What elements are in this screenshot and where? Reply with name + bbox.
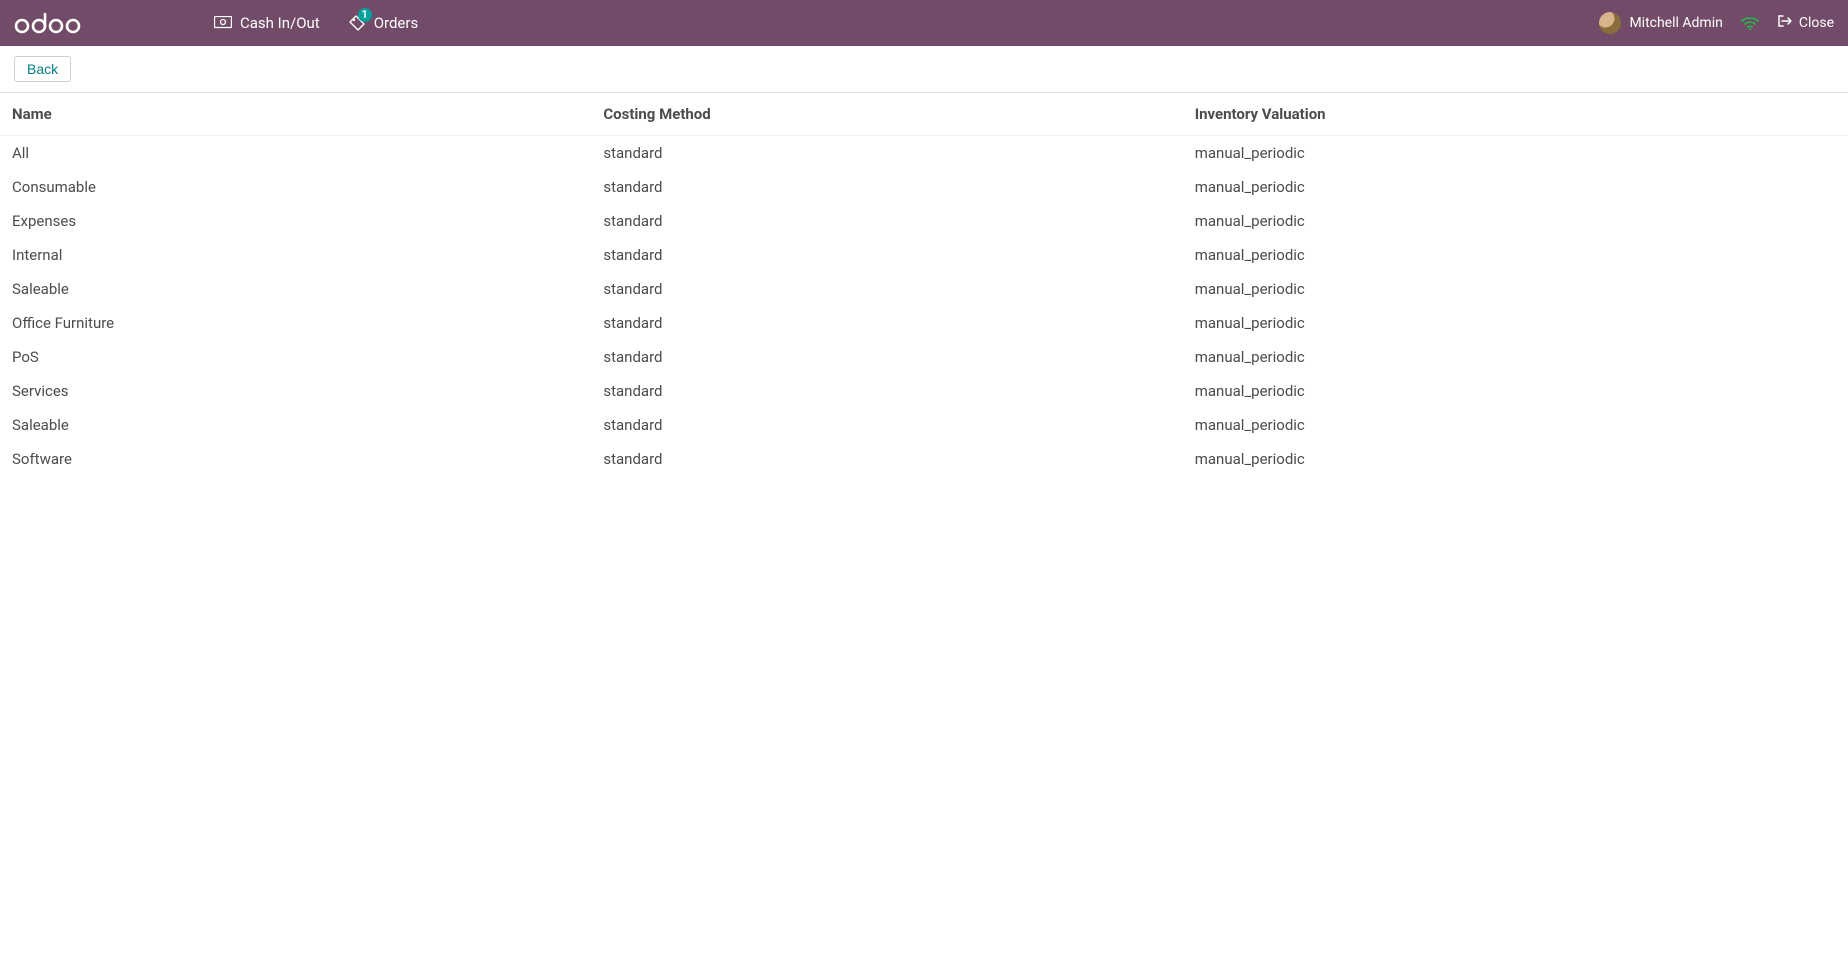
col-name[interactable]: Name [0,93,591,136]
sign-out-icon [1777,14,1793,32]
avatar [1599,12,1621,34]
table-row[interactable]: Expensesstandardmanual_periodic [0,204,1848,238]
back-button[interactable]: Back [14,56,71,82]
cell-costing: standard [591,408,1182,442]
col-costing[interactable]: Costing Method [591,93,1182,136]
cell-costing: standard [591,442,1182,476]
cell-name: Office Furniture [0,306,591,340]
table-row[interactable]: Saleablestandardmanual_periodic [0,408,1848,442]
orders-label: Orders [374,14,419,32]
cash-icon [214,16,232,30]
subbar: Back [0,46,1848,93]
cell-costing: standard [591,306,1182,340]
cell-valuation: manual_periodic [1183,340,1848,374]
cell-valuation: manual_periodic [1183,442,1848,476]
topbar: Cash In/Out 1 Orders Mitchell Admin Clos… [0,0,1848,46]
table-row[interactable]: Office Furniturestandardmanual_periodic [0,306,1848,340]
cash-label: Cash In/Out [240,14,320,32]
tag-icon: 1 [348,14,366,32]
cell-valuation: manual_periodic [1183,374,1848,408]
close-label: Close [1799,15,1834,31]
table-row[interactable]: Servicesstandardmanual_periodic [0,374,1848,408]
user-name: Mitchell Admin [1629,15,1722,31]
table-header-row: Name Costing Method Inventory Valuation [0,93,1848,136]
cell-costing: standard [591,340,1182,374]
nav-left: Cash In/Out 1 Orders [214,14,418,32]
cell-valuation: manual_periodic [1183,204,1848,238]
cell-costing: standard [591,374,1182,408]
cell-name: All [0,136,591,171]
cell-costing: standard [591,204,1182,238]
cell-name: PoS [0,340,591,374]
app-logo[interactable] [14,11,84,35]
cell-valuation: manual_periodic [1183,136,1848,171]
cell-valuation: manual_periodic [1183,306,1848,340]
table-row[interactable]: Internalstandardmanual_periodic [0,238,1848,272]
table-row[interactable]: Softwarestandardmanual_periodic [0,442,1848,476]
col-valuation[interactable]: Inventory Valuation [1183,93,1848,136]
close-button[interactable]: Close [1777,14,1834,32]
orders-button[interactable]: 1 Orders [348,14,419,32]
cell-name: Expenses [0,204,591,238]
cell-costing: standard [591,170,1182,204]
odoo-logo-icon [14,11,84,35]
cell-costing: standard [591,238,1182,272]
cell-name: Internal [0,238,591,272]
cell-valuation: manual_periodic [1183,408,1848,442]
cell-valuation: manual_periodic [1183,272,1848,306]
cell-valuation: manual_periodic [1183,170,1848,204]
cell-costing: standard [591,136,1182,171]
wifi-icon [1741,16,1759,30]
orders-badge: 1 [358,8,372,22]
cash-in-out-button[interactable]: Cash In/Out [214,14,320,32]
cell-name: Saleable [0,272,591,306]
category-table: Name Costing Method Inventory Valuation … [0,93,1848,476]
cell-valuation: manual_periodic [1183,238,1848,272]
table-row[interactable]: Consumablestandardmanual_periodic [0,170,1848,204]
nav-right: Mitchell Admin Close [1599,12,1834,34]
cell-name: Saleable [0,408,591,442]
table-row[interactable]: Saleablestandardmanual_periodic [0,272,1848,306]
cell-name: Software [0,442,591,476]
cell-costing: standard [591,272,1182,306]
cell-name: Services [0,374,591,408]
user-menu[interactable]: Mitchell Admin [1599,12,1722,34]
cell-name: Consumable [0,170,591,204]
table-row[interactable]: PoSstandardmanual_periodic [0,340,1848,374]
table-row[interactable]: Allstandardmanual_periodic [0,136,1848,171]
